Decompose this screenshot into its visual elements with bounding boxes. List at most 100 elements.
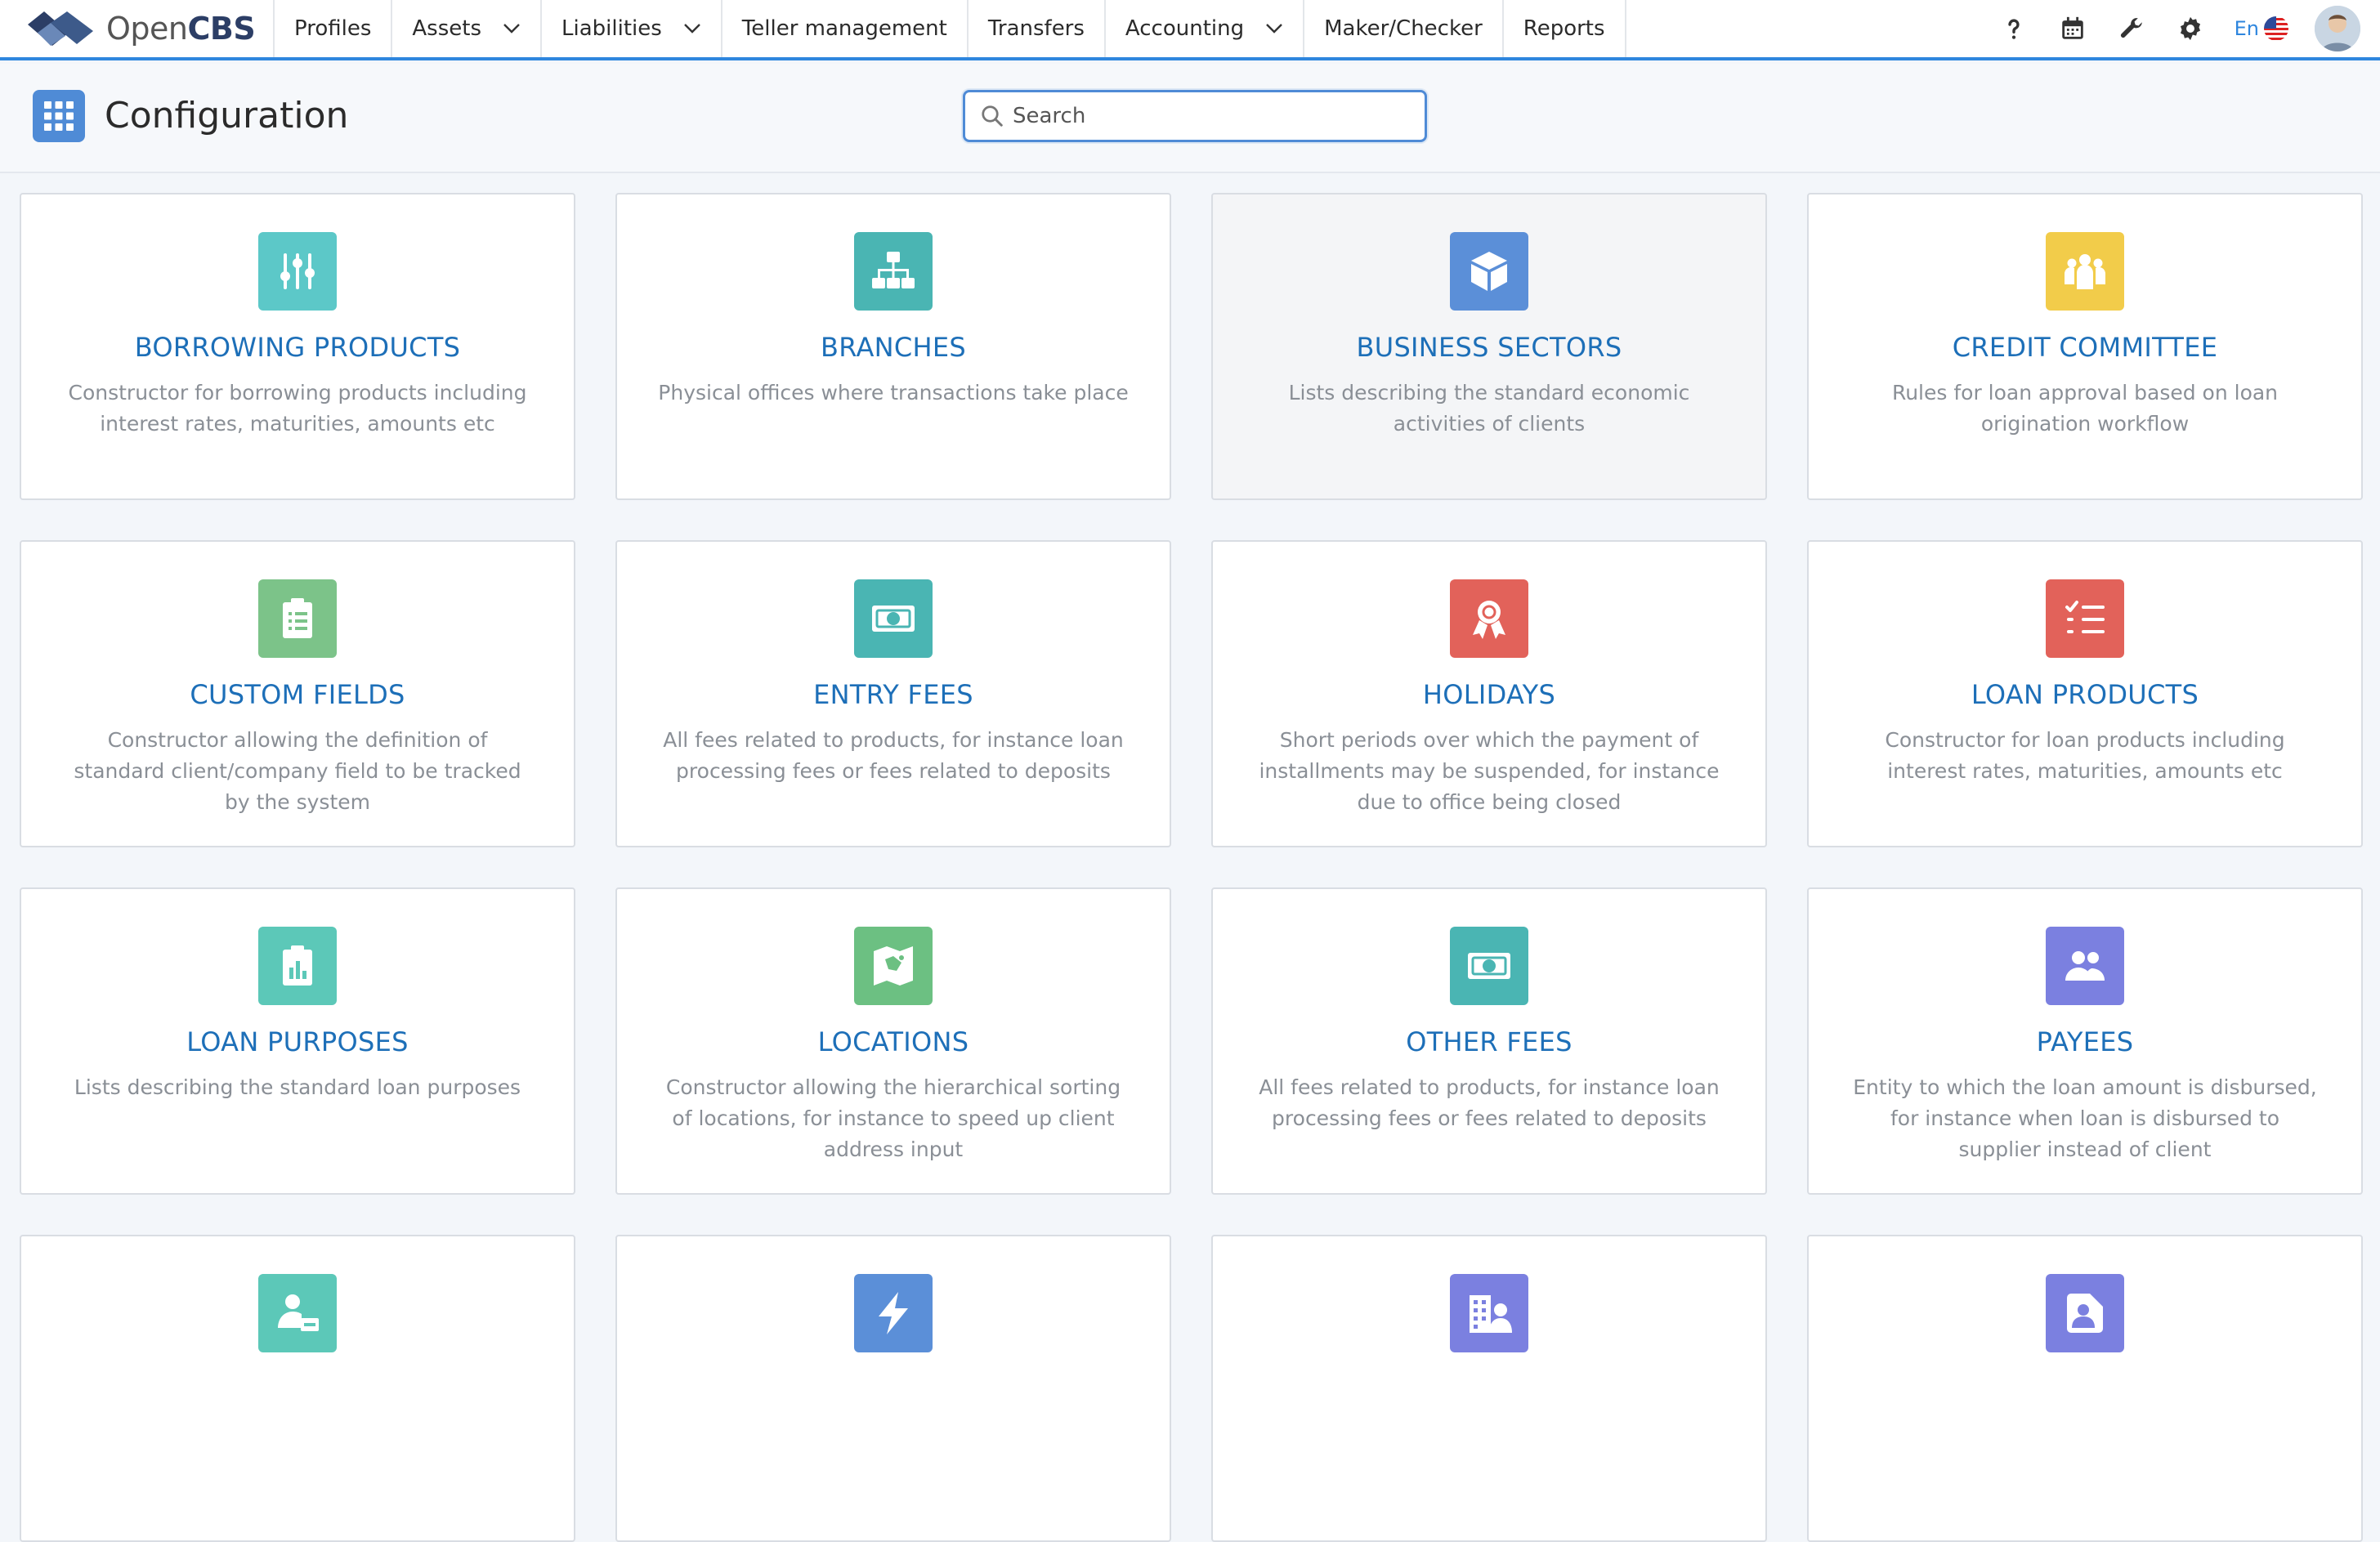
wrench-icon: [2120, 18, 2142, 38]
card-custom-fields[interactable]: CUSTOM FIELDS Constructor allowing the de…: [20, 540, 575, 847]
card-loan-products[interactable]: LOAN PRODUCTS Constructor for loan produc…: [1807, 540, 2363, 847]
nav-label: Maker/Checker: [1324, 16, 1483, 41]
tools-button[interactable]: [2102, 0, 2161, 59]
card-title: BORROWING PRODUCTS: [134, 332, 461, 363]
card-item-14[interactable]: [615, 1235, 1171, 1542]
cube-icon: [1450, 232, 1528, 311]
card-title: CREDIT COMMITTEE: [1952, 332, 2218, 363]
card-description: Entity to which the loan amount is disbu…: [1853, 1075, 2317, 1161]
building-person-icon: [1450, 1274, 1528, 1352]
toolbar-right: En: [1984, 0, 2380, 57]
nav-transfers[interactable]: Transfers: [969, 0, 1106, 57]
card-item-15[interactable]: [1211, 1235, 1767, 1542]
chevron-down-icon: [503, 24, 520, 34]
help-button[interactable]: [1984, 0, 2043, 59]
opencbs-logo-icon: [28, 11, 93, 46]
card-item-13[interactable]: [20, 1235, 575, 1542]
search-icon: [982, 105, 1003, 127]
nav-liabilities[interactable]: Liabilities: [542, 0, 722, 57]
calendar-icon: [2061, 16, 2083, 39]
card-title: BUSINESS SECTORS: [1356, 332, 1622, 363]
card-description: Constructor allowing the definition of s…: [74, 728, 521, 814]
card-description: Constructor allowing the hierarchical so…: [665, 1075, 1121, 1161]
language-selector[interactable]: En: [2220, 16, 2303, 41]
group-icon: [2046, 232, 2124, 311]
money-icon: [854, 579, 933, 658]
nav-label: Accounting: [1125, 16, 1245, 41]
nav-label: Teller management: [741, 16, 947, 41]
card-business-sectors[interactable]: BUSINESS SECTORS Lists describing the sta…: [1211, 193, 1767, 500]
user-avatar[interactable]: [2315, 6, 2360, 51]
lightning-icon: [854, 1274, 933, 1352]
nav-maker-checker[interactable]: Maker/Checker: [1304, 0, 1504, 57]
nav-label: Liabilities: [561, 16, 662, 41]
card-locations[interactable]: LOCATIONS Constructor allowing the hierar…: [615, 887, 1171, 1195]
chevron-down-icon: [1266, 24, 1282, 34]
nav-profiles[interactable]: Profiles: [275, 0, 393, 57]
map-icon: [854, 927, 933, 1005]
gear-icon: [2180, 16, 2200, 41]
configuration-grid: BORROWING PRODUCTS Constructor for borrow…: [20, 193, 2363, 1542]
card-description: Lists describing the standard loan purpo…: [74, 1075, 521, 1099]
card-title: ENTRY FEES: [813, 679, 973, 710]
person-card-icon: [258, 1274, 337, 1352]
card-title: CUSTOM FIELDS: [190, 679, 405, 710]
search-input[interactable]: [1013, 104, 1405, 128]
card-description: Lists describing the standard economic a…: [1288, 381, 1690, 436]
card-description: Physical offices where transactions take…: [658, 381, 1129, 404]
card-branches[interactable]: BRANCHES Physical offices where transacti…: [615, 193, 1171, 500]
card-description: Constructor for borrowing products inclu…: [68, 381, 527, 436]
nav-label: Profiles: [294, 16, 372, 41]
card-title: LOAN PURPOSES: [186, 1026, 409, 1057]
clipboard-list-icon: [258, 579, 337, 658]
award-icon: [1450, 579, 1528, 658]
card-description: Rules for loan approval based on loan or…: [1891, 381, 2279, 436]
portrait-icon: [2046, 1274, 2124, 1352]
card-title: LOCATIONS: [817, 1026, 969, 1057]
card-title: LOAN PRODUCTS: [1971, 679, 2199, 710]
money-icon: [1450, 927, 1528, 1005]
card-title: BRANCHES: [820, 332, 967, 363]
card-title: OTHER FEES: [1406, 1026, 1572, 1057]
us-flag-icon: [2264, 16, 2288, 41]
card-description: Constructor for loan products including …: [1885, 728, 2285, 783]
avatar-person-icon: [2315, 6, 2360, 51]
card-description: All fees related to products, for instan…: [663, 728, 1124, 783]
checklist-icon: [2046, 579, 2124, 658]
brand-name: OpenCBS: [106, 11, 256, 47]
nav-label: Assets: [412, 16, 482, 41]
nav-accounting[interactable]: Accounting: [1106, 0, 1305, 57]
nav-label: Transfers: [987, 16, 1085, 41]
search-box[interactable]: [963, 90, 1427, 142]
card-borrowing-products[interactable]: BORROWING PRODUCTS Constructor for borrow…: [20, 193, 575, 500]
card-payees[interactable]: PAYEES Entity to which the loan amount is…: [1807, 887, 2363, 1195]
page-title: Configuration: [105, 95, 349, 136]
users-icon: [2046, 927, 2124, 1005]
sitemap-icon: [854, 232, 933, 311]
page-header: Configuration: [0, 64, 2380, 173]
brand[interactable]: OpenCBS: [0, 0, 275, 57]
nav-assets[interactable]: Assets: [392, 0, 543, 57]
nav-label: Reports: [1523, 16, 1605, 41]
nav-reports[interactable]: Reports: [1504, 0, 1626, 57]
clipboard-chart-icon: [258, 927, 337, 1005]
top-navbar: OpenCBS Profiles Assets Liabilities Teller …: [0, 0, 2380, 60]
card-credit-committee[interactable]: CREDIT COMMITTEE Rules for loan approval …: [1807, 193, 2363, 500]
chevron-down-icon: [683, 24, 700, 34]
card-other-fees[interactable]: OTHER FEES All fees related to products, …: [1211, 887, 1767, 1195]
nav-teller-management[interactable]: Teller management: [722, 0, 969, 57]
settings-button[interactable]: [2161, 0, 2220, 59]
card-loan-purposes[interactable]: LOAN PURPOSES Lists describing the standa…: [20, 887, 575, 1195]
main-menu: Profiles Assets Liabilities Teller manageme…: [275, 0, 1626, 57]
card-item-16[interactable]: [1807, 1235, 2363, 1542]
card-title: HOLIDAYS: [1422, 679, 1556, 710]
calendar-button[interactable]: [2043, 0, 2102, 59]
question-mark-icon: [2007, 19, 2020, 39]
card-holidays[interactable]: HOLIDAYS Short periods over which the pay…: [1211, 540, 1767, 847]
apps-grid-icon: [33, 90, 85, 142]
language-label: En: [2234, 17, 2259, 40]
card-entry-fees[interactable]: ENTRY FEES All fees related to products, …: [615, 540, 1171, 847]
sliders-icon: [258, 232, 337, 311]
card-description: Short periods over which the payment of …: [1259, 728, 1720, 814]
card-description: All fees related to products, for instan…: [1259, 1075, 1720, 1130]
